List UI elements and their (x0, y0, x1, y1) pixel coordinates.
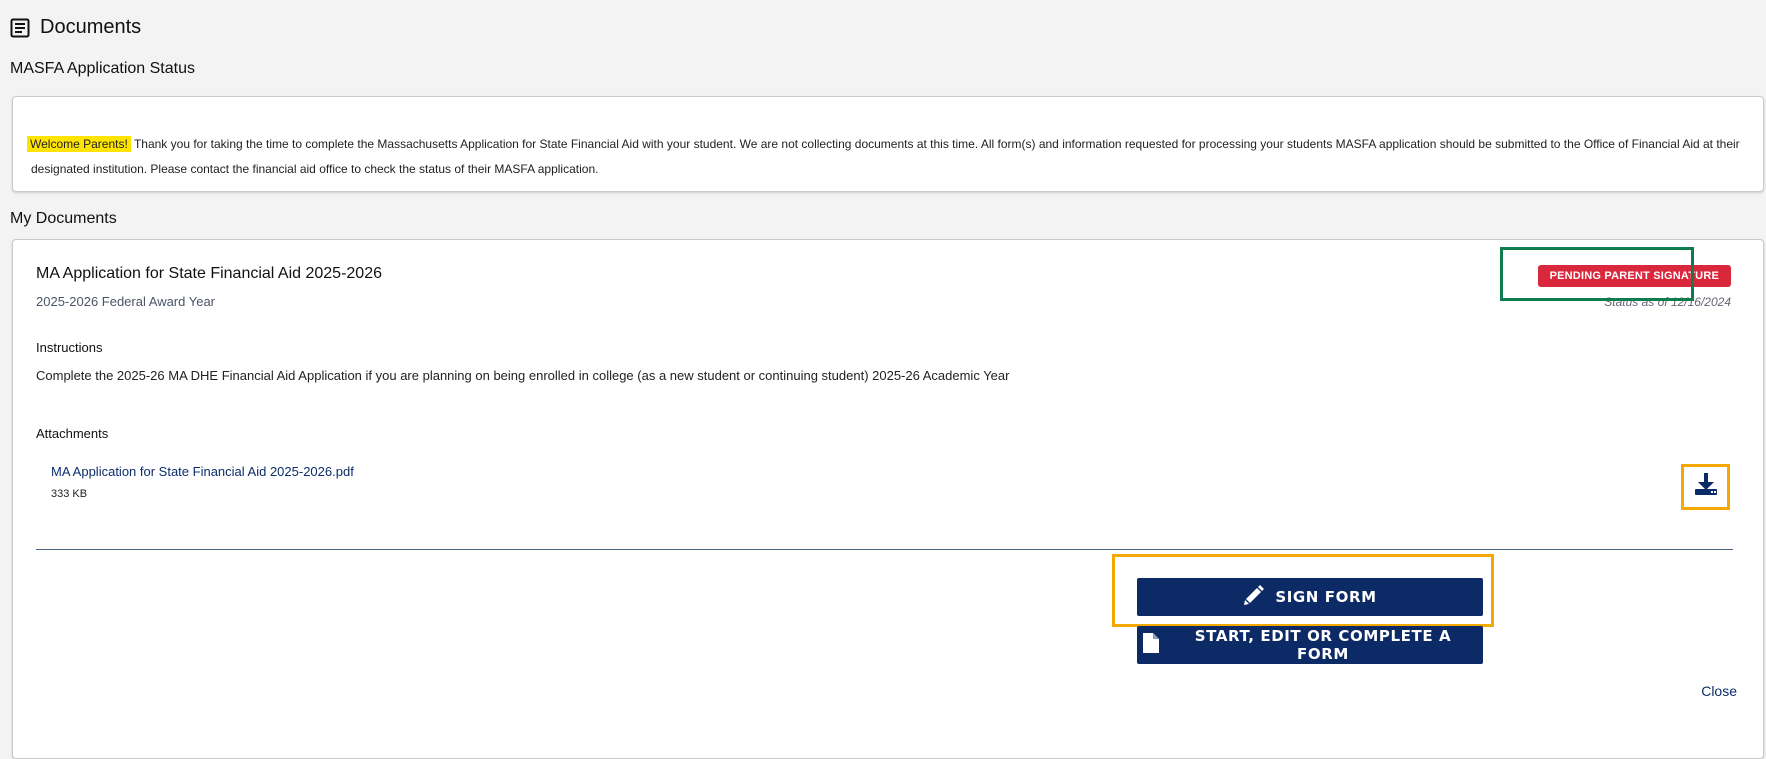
pencil-icon (1243, 584, 1265, 610)
download-icon (1694, 472, 1718, 501)
status-callout-box (1500, 247, 1694, 301)
attachment-size: 333 KB (51, 488, 88, 500)
attachment-link[interactable]: MA Application for State Financial Aid 2… (51, 464, 354, 479)
attachments-label: Attachments (36, 426, 109, 441)
page-title: Documents (40, 16, 142, 38)
my-documents-label: My Documents (10, 210, 117, 227)
page-header: Documents (10, 16, 141, 39)
section-divider (36, 549, 1733, 550)
welcome-highlight: Welcome Parents! (27, 136, 131, 152)
download-button[interactable] (1693, 472, 1719, 501)
file-icon (1143, 633, 1159, 657)
sign-form-label: SIGN FORM (1275, 588, 1377, 606)
status-section-label: MASFA Application Status (10, 60, 195, 77)
document-list-icon (10, 18, 30, 38)
sign-form-button[interactable]: SIGN FORM (1137, 578, 1483, 616)
document-card: MA Application for State Financial Aid 2… (12, 239, 1764, 759)
award-year-subtitle: 2025-2026 Federal Award Year (36, 294, 216, 309)
instructions-label: Instructions (36, 340, 103, 355)
status-panel: Welcome Parents! Thank you for taking th… (12, 96, 1764, 192)
start-edit-complete-label: START, EDIT OR COMPLETE A FORM (1194, 627, 1452, 663)
start-edit-complete-button[interactable]: START, EDIT OR COMPLETE A FORM (1137, 626, 1483, 664)
close-link[interactable]: Close (1701, 683, 1737, 699)
status-message: Thank you for taking the time to complet… (31, 137, 1740, 176)
document-title: MA Application for State Financial Aid 2… (36, 265, 382, 282)
instructions-text: Complete the 2025-26 MA DHE Financial Ai… (36, 368, 1010, 383)
